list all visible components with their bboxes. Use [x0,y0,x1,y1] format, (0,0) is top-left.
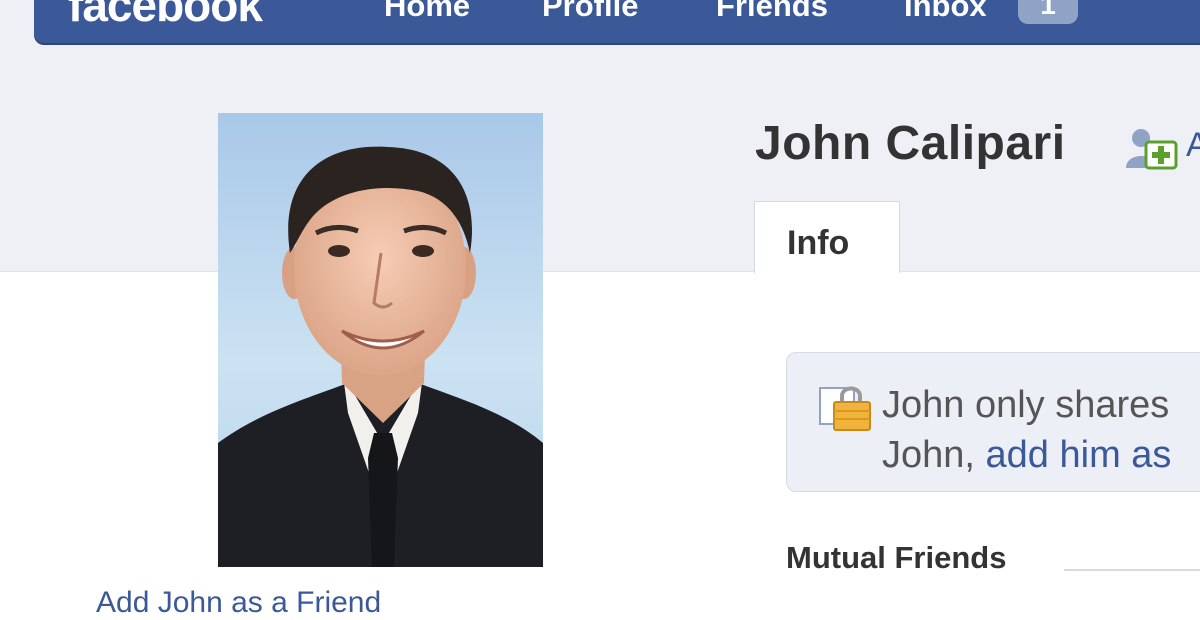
tab-info[interactable]: Info [754,201,900,273]
nav-profile-link[interactable]: Profile [542,0,638,24]
privacy-notice-text-line2: John, add him as [882,434,1171,477]
lock-icon [818,382,872,432]
facebook-logo[interactable]: facebook [68,0,263,32]
nav-inbox-link[interactable]: Inbox [904,0,987,24]
nav-home-link[interactable]: Home [384,0,470,24]
mutual-friends-divider [1064,569,1200,571]
add-him-link[interactable]: add him as [986,434,1172,476]
privacy-notice-text: John only shares [882,384,1170,426]
inbox-count-badge[interactable]: 1 [1018,0,1078,24]
add-friend-icon[interactable] [1124,126,1180,172]
add-friend-button-label[interactable]: A [1186,126,1200,165]
profile-name: John Calipari [755,117,1066,170]
mutual-friends-heading: Mutual Friends [786,540,1007,575]
privacy-notice-prefix: John, [882,434,986,476]
profile-photo [218,113,543,567]
nav-friends-link[interactable]: Friends [716,0,828,24]
add-friend-link[interactable]: Add John as a Friend [96,586,381,620]
